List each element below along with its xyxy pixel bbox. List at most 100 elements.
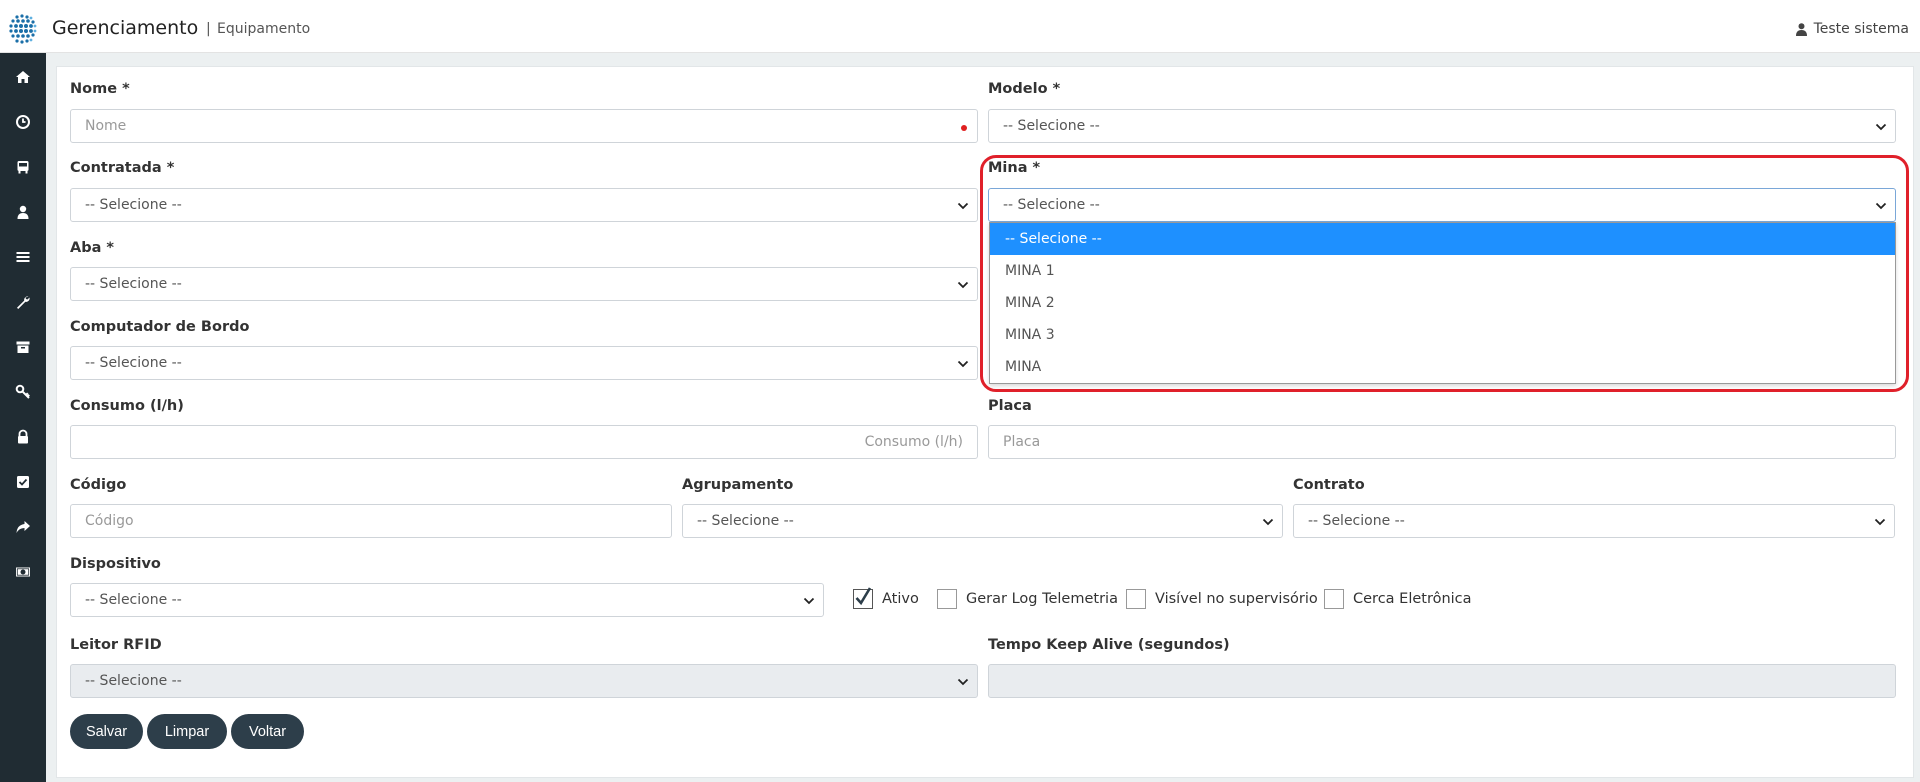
mina-option[interactable]: MINA 3 [990, 319, 1895, 351]
sidebar-item-clock[interactable] [0, 103, 46, 141]
top-header: Gerenciamento | Equipamento Teste sistem… [0, 0, 1920, 53]
codigo-label: Código [70, 477, 127, 493]
computador-value: -- Selecione -- [85, 355, 182, 371]
placa-placeholder: Placa [1003, 434, 1041, 450]
dispositivo-value: -- Selecione -- [85, 592, 182, 608]
mina-select[interactable]: -- Selecione -- [988, 188, 1896, 222]
sidebar-item-home[interactable] [0, 58, 46, 96]
nome-placeholder: Nome [85, 118, 127, 134]
voltar-button[interactable]: Voltar [231, 714, 304, 749]
contratada-select[interactable]: -- Selecione -- [70, 188, 978, 222]
chevron-down-icon [957, 678, 969, 686]
mina-option[interactable]: -- Selecione -- [990, 223, 1895, 255]
leitor-rfid-select: -- Selecione -- [70, 664, 978, 698]
sidebar-item-key[interactable] [0, 373, 46, 411]
modelo-value: -- Selecione -- [1003, 118, 1100, 134]
user-menu[interactable]: Teste sistema [1795, 21, 1909, 37]
mina-option[interactable]: MINA [990, 351, 1895, 383]
contrato-select[interactable]: -- Selecione -- [1293, 504, 1895, 538]
leitor-rfid-value: -- Selecione -- [85, 673, 182, 689]
sidebar-item-user[interactable] [0, 193, 46, 231]
chevron-down-icon [1875, 202, 1887, 210]
mina-option[interactable]: MINA 2 [990, 287, 1895, 319]
wrench-icon [17, 296, 30, 309]
mina-option[interactable]: MINA 1 [990, 255, 1895, 287]
visivel-supervisorio-label: Visível no supervisório [1155, 591, 1318, 607]
contrato-value: -- Selecione -- [1308, 513, 1405, 529]
codigo-input[interactable]: Código [70, 504, 672, 538]
chevron-down-icon [1262, 518, 1274, 526]
consumo-input[interactable]: Consumo (l/h) [70, 425, 978, 459]
aba-label: Aba * [70, 240, 115, 256]
sidebar-item-archive[interactable] [0, 328, 46, 366]
mina-label: Mina * [988, 160, 1041, 176]
sidebar-item-bus[interactable] [0, 148, 46, 186]
sidebar-item-share[interactable] [0, 508, 46, 546]
aba-select[interactable]: -- Selecione -- [70, 267, 978, 301]
checkbox-icon [17, 476, 29, 488]
bus-icon [17, 161, 29, 174]
modelo-select[interactable]: -- Selecione -- [988, 109, 1896, 143]
sidebar-item-checkbox[interactable] [0, 463, 46, 501]
chevron-down-icon [957, 202, 969, 210]
chevron-down-icon [1874, 518, 1886, 526]
leitor-rfid-label: Leitor RFID [70, 637, 162, 653]
gerar-log-checkbox[interactable]: Gerar Log Telemetria [937, 589, 1118, 609]
chevron-down-icon [957, 281, 969, 289]
contratada-label: Contratada * [70, 160, 175, 176]
breadcrumb-separator: | [206, 21, 211, 37]
ativo-checkbox[interactable]: Ativo [853, 587, 919, 609]
agrupamento-select[interactable]: -- Selecione -- [682, 504, 1283, 538]
contratada-value: -- Selecione -- [85, 197, 182, 213]
tempo-keep-alive-input [988, 664, 1896, 698]
computador-label: Computador de Bordo [70, 319, 250, 335]
share-icon [16, 521, 30, 533]
contrato-label: Contrato [1293, 477, 1365, 493]
salvar-button[interactable]: Salvar [70, 714, 143, 749]
archive-icon [16, 341, 30, 353]
check-icon [855, 587, 872, 606]
chevron-down-icon [957, 360, 969, 368]
cerca-eletronica-checkbox[interactable]: Cerca Eletrônica [1324, 589, 1472, 609]
checkbox-unchecked[interactable] [1324, 589, 1344, 609]
app-title: Gerenciamento [52, 17, 199, 39]
user-name: Teste sistema [1813, 21, 1909, 37]
checkbox-checked[interactable] [853, 587, 873, 609]
cerca-eletronica-label: Cerca Eletrônica [1353, 591, 1472, 607]
gerar-log-label: Gerar Log Telemetria [966, 591, 1118, 607]
money-icon [16, 567, 30, 577]
user-icon [17, 205, 29, 219]
placa-label: Placa [988, 398, 1032, 414]
nome-input[interactable]: Nome [70, 109, 978, 143]
sidebar [0, 53, 46, 782]
agrupamento-value: -- Selecione -- [697, 513, 794, 529]
sidebar-item-money[interactable] [0, 553, 46, 591]
key-icon [15, 384, 30, 399]
sidebar-item-lock[interactable] [0, 418, 46, 456]
sidebar-item-wrench[interactable] [0, 283, 46, 321]
chevron-down-icon [1875, 123, 1887, 131]
tempo-keep-alive-label: Tempo Keep Alive (segundos) [988, 637, 1230, 653]
dispositivo-label: Dispositivo [70, 556, 161, 572]
mina-value: -- Selecione -- [1003, 197, 1100, 213]
visivel-supervisorio-checkbox[interactable]: Visível no supervisório [1126, 589, 1318, 609]
clock-icon [16, 115, 30, 129]
consumo-label: Consumo (l/h) [70, 398, 184, 414]
consumo-placeholder: Consumo (l/h) [864, 434, 963, 450]
user-icon [1795, 22, 1807, 36]
checkbox-unchecked[interactable] [1126, 589, 1146, 609]
breadcrumb: Equipamento [217, 21, 311, 37]
chevron-down-icon [803, 597, 815, 605]
placa-input[interactable]: Placa [988, 425, 1896, 459]
checkbox-unchecked[interactable] [937, 589, 957, 609]
home-icon [16, 71, 30, 83]
required-indicator [961, 125, 967, 131]
limpar-button[interactable]: Limpar [147, 714, 227, 749]
dispositivo-select[interactable]: -- Selecione -- [70, 583, 824, 617]
computador-select[interactable]: -- Selecione -- [70, 346, 978, 380]
nome-label: Nome * [70, 81, 130, 97]
list-icon [16, 252, 30, 262]
sidebar-item-list[interactable] [0, 238, 46, 276]
logo-icon [9, 14, 37, 44]
aba-value: -- Selecione -- [85, 276, 182, 292]
